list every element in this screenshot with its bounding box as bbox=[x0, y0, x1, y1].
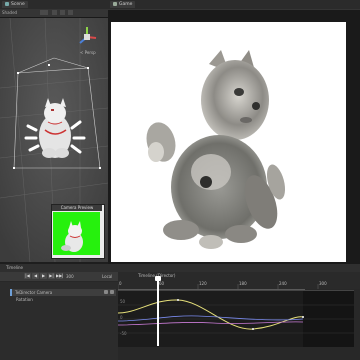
audio-toggle-icon[interactable] bbox=[60, 10, 65, 15]
curve-editor[interactable]: 50 0 -50 bbox=[117, 290, 354, 347]
timeline-controls: |◀ ◀ ▶ ▶| ▶▶| 300 Local bbox=[0, 272, 118, 281]
scene-tab-icon bbox=[5, 1, 9, 6]
tab-game-label: Game bbox=[119, 2, 133, 7]
prev-frame-button[interactable]: ◀ bbox=[32, 273, 39, 279]
lock-icon[interactable] bbox=[104, 290, 108, 294]
value-mark-0: 50 bbox=[120, 299, 126, 304]
tab-scene[interactable]: Scene bbox=[2, 1, 28, 8]
frame-counter[interactable]: 300 bbox=[66, 274, 74, 279]
tab-game[interactable]: Game bbox=[110, 1, 136, 8]
property-row[interactable]: Rotation bbox=[12, 297, 112, 303]
local-dropdown[interactable]: Local bbox=[102, 274, 112, 279]
property-name: Rotation bbox=[16, 297, 33, 302]
2d-toggle[interactable] bbox=[40, 10, 48, 15]
goto-end-button[interactable]: ▶▶| bbox=[56, 273, 64, 279]
value-mark-1: 0 bbox=[120, 315, 123, 320]
shading-mode-dropdown[interactable]: Shaded bbox=[2, 10, 17, 15]
game-view[interactable] bbox=[111, 22, 346, 262]
ruler-mark-5: 300 bbox=[319, 281, 327, 286]
playhead[interactable] bbox=[157, 276, 159, 346]
mute-icon[interactable] bbox=[110, 290, 114, 294]
ruler-mark-3: 180 bbox=[239, 281, 247, 286]
persp-label[interactable]: < Persp bbox=[80, 50, 96, 55]
scene-toolbar: Shaded bbox=[0, 9, 108, 18]
camera-preview-title: Camera Preview bbox=[52, 205, 102, 211]
effects-toggle-icon[interactable] bbox=[68, 10, 73, 15]
ruler-mark-4: 240 bbox=[279, 281, 287, 286]
animation-curves bbox=[117, 291, 354, 347]
value-mark-2: -50 bbox=[120, 331, 127, 336]
next-frame-button[interactable]: ▶| bbox=[48, 273, 55, 279]
timeline-tab[interactable]: Timeline bbox=[6, 265, 23, 270]
game-tab-icon bbox=[113, 1, 117, 6]
track-name: TeDirector Camera bbox=[15, 290, 53, 295]
kitten-render bbox=[146, 50, 286, 249]
ruler-mark-0: 0 bbox=[119, 281, 122, 286]
lighting-toggle-icon[interactable] bbox=[52, 10, 57, 15]
tab-scene-label: Scene bbox=[11, 2, 25, 7]
goto-start-button[interactable]: |◀ bbox=[24, 273, 31, 279]
ruler-mark-1: 60 bbox=[159, 281, 165, 286]
scene-orientation-gizmo[interactable] bbox=[76, 26, 98, 48]
play-button[interactable]: ▶ bbox=[40, 273, 47, 279]
camera-preview-image bbox=[53, 212, 100, 255]
ruler-mark-2: 120 bbox=[199, 281, 207, 286]
track-header[interactable]: TeDirector Camera bbox=[10, 289, 116, 296]
playhead-handle[interactable] bbox=[155, 276, 161, 281]
